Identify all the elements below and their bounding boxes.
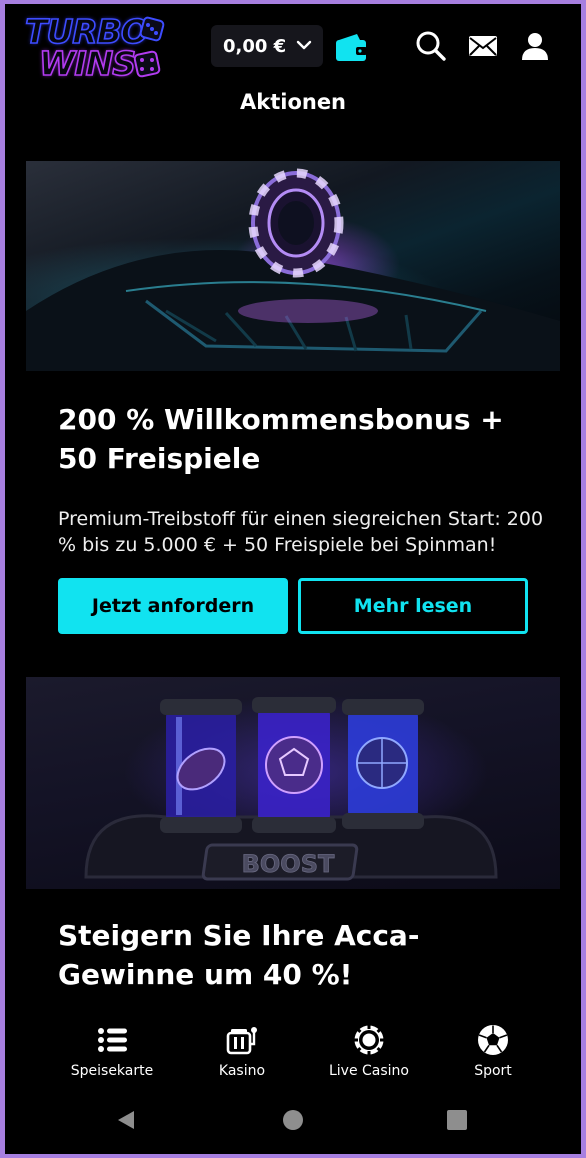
user-icon[interactable]: [519, 30, 551, 62]
bottom-navigation: Speisekarte Kasino Live Casino Sport: [5, 1014, 581, 1088]
menu-list-icon: [98, 1028, 127, 1052]
nav-item-sport[interactable]: Sport: [438, 1014, 548, 1088]
chevron-down-icon: [296, 40, 312, 50]
promo-banner-welcome[interactable]: [26, 161, 560, 371]
app-frame: TURBO WINS 0,00 € Aktionen 200 % Willkom…: [5, 4, 581, 1154]
promo-description: Premium-Treibstoff für einen siegreichen…: [58, 508, 544, 556]
slot-machine-icon: [226, 1027, 257, 1055]
mail-icon[interactable]: [467, 30, 499, 62]
recent-apps-icon[interactable]: [445, 1108, 469, 1132]
sports-car-chip-illustration: [26, 168, 560, 371]
dice-icon: [133, 50, 161, 78]
nav-item-menu[interactable]: Speisekarte: [57, 1014, 167, 1088]
soccer-ball-icon: [478, 1025, 508, 1055]
top-header: TURBO WINS 0,00 €: [5, 4, 581, 84]
dice-icon: [139, 16, 165, 42]
boost-label: BOOST: [242, 850, 335, 878]
system-navigation-bar: [5, 1088, 581, 1154]
brand-logo[interactable]: TURBO WINS: [24, 11, 165, 87]
read-more-button[interactable]: Mehr lesen: [298, 578, 528, 634]
nav-label: Sport: [474, 1063, 512, 1079]
page-title: Aktionen: [239, 90, 347, 114]
logo-line-2: WINS: [38, 43, 137, 84]
search-icon[interactable]: [415, 30, 447, 62]
claim-bonus-button[interactable]: Jetzt anfordern: [58, 578, 288, 634]
nav-label: Speisekarte: [70, 1063, 154, 1079]
promo-banner-acca-boost[interactable]: BOOST: [26, 677, 560, 889]
back-icon[interactable]: [114, 1108, 138, 1132]
balance-dropdown[interactable]: 0,00 €: [211, 25, 323, 67]
promo-title: Steigern Sie Ihre Acca-Gewinne um 40 %!: [58, 919, 420, 991]
nav-item-casino[interactable]: Kasino: [187, 1014, 297, 1088]
wallet-icon[interactable]: [335, 32, 369, 62]
home-icon[interactable]: [281, 1108, 305, 1132]
boost-capsules-illustration: BOOST: [84, 697, 498, 881]
nav-label: Live Casino: [328, 1063, 409, 1079]
promo-title: 200 % Willkommensbonus + 50 Freispiele: [58, 403, 504, 475]
nav-item-live-casino[interactable]: Live Casino: [314, 1014, 424, 1088]
balance-amount: 0,00 €: [223, 35, 287, 57]
casino-chip-icon: [354, 1025, 384, 1055]
nav-label: Kasino: [218, 1063, 266, 1079]
